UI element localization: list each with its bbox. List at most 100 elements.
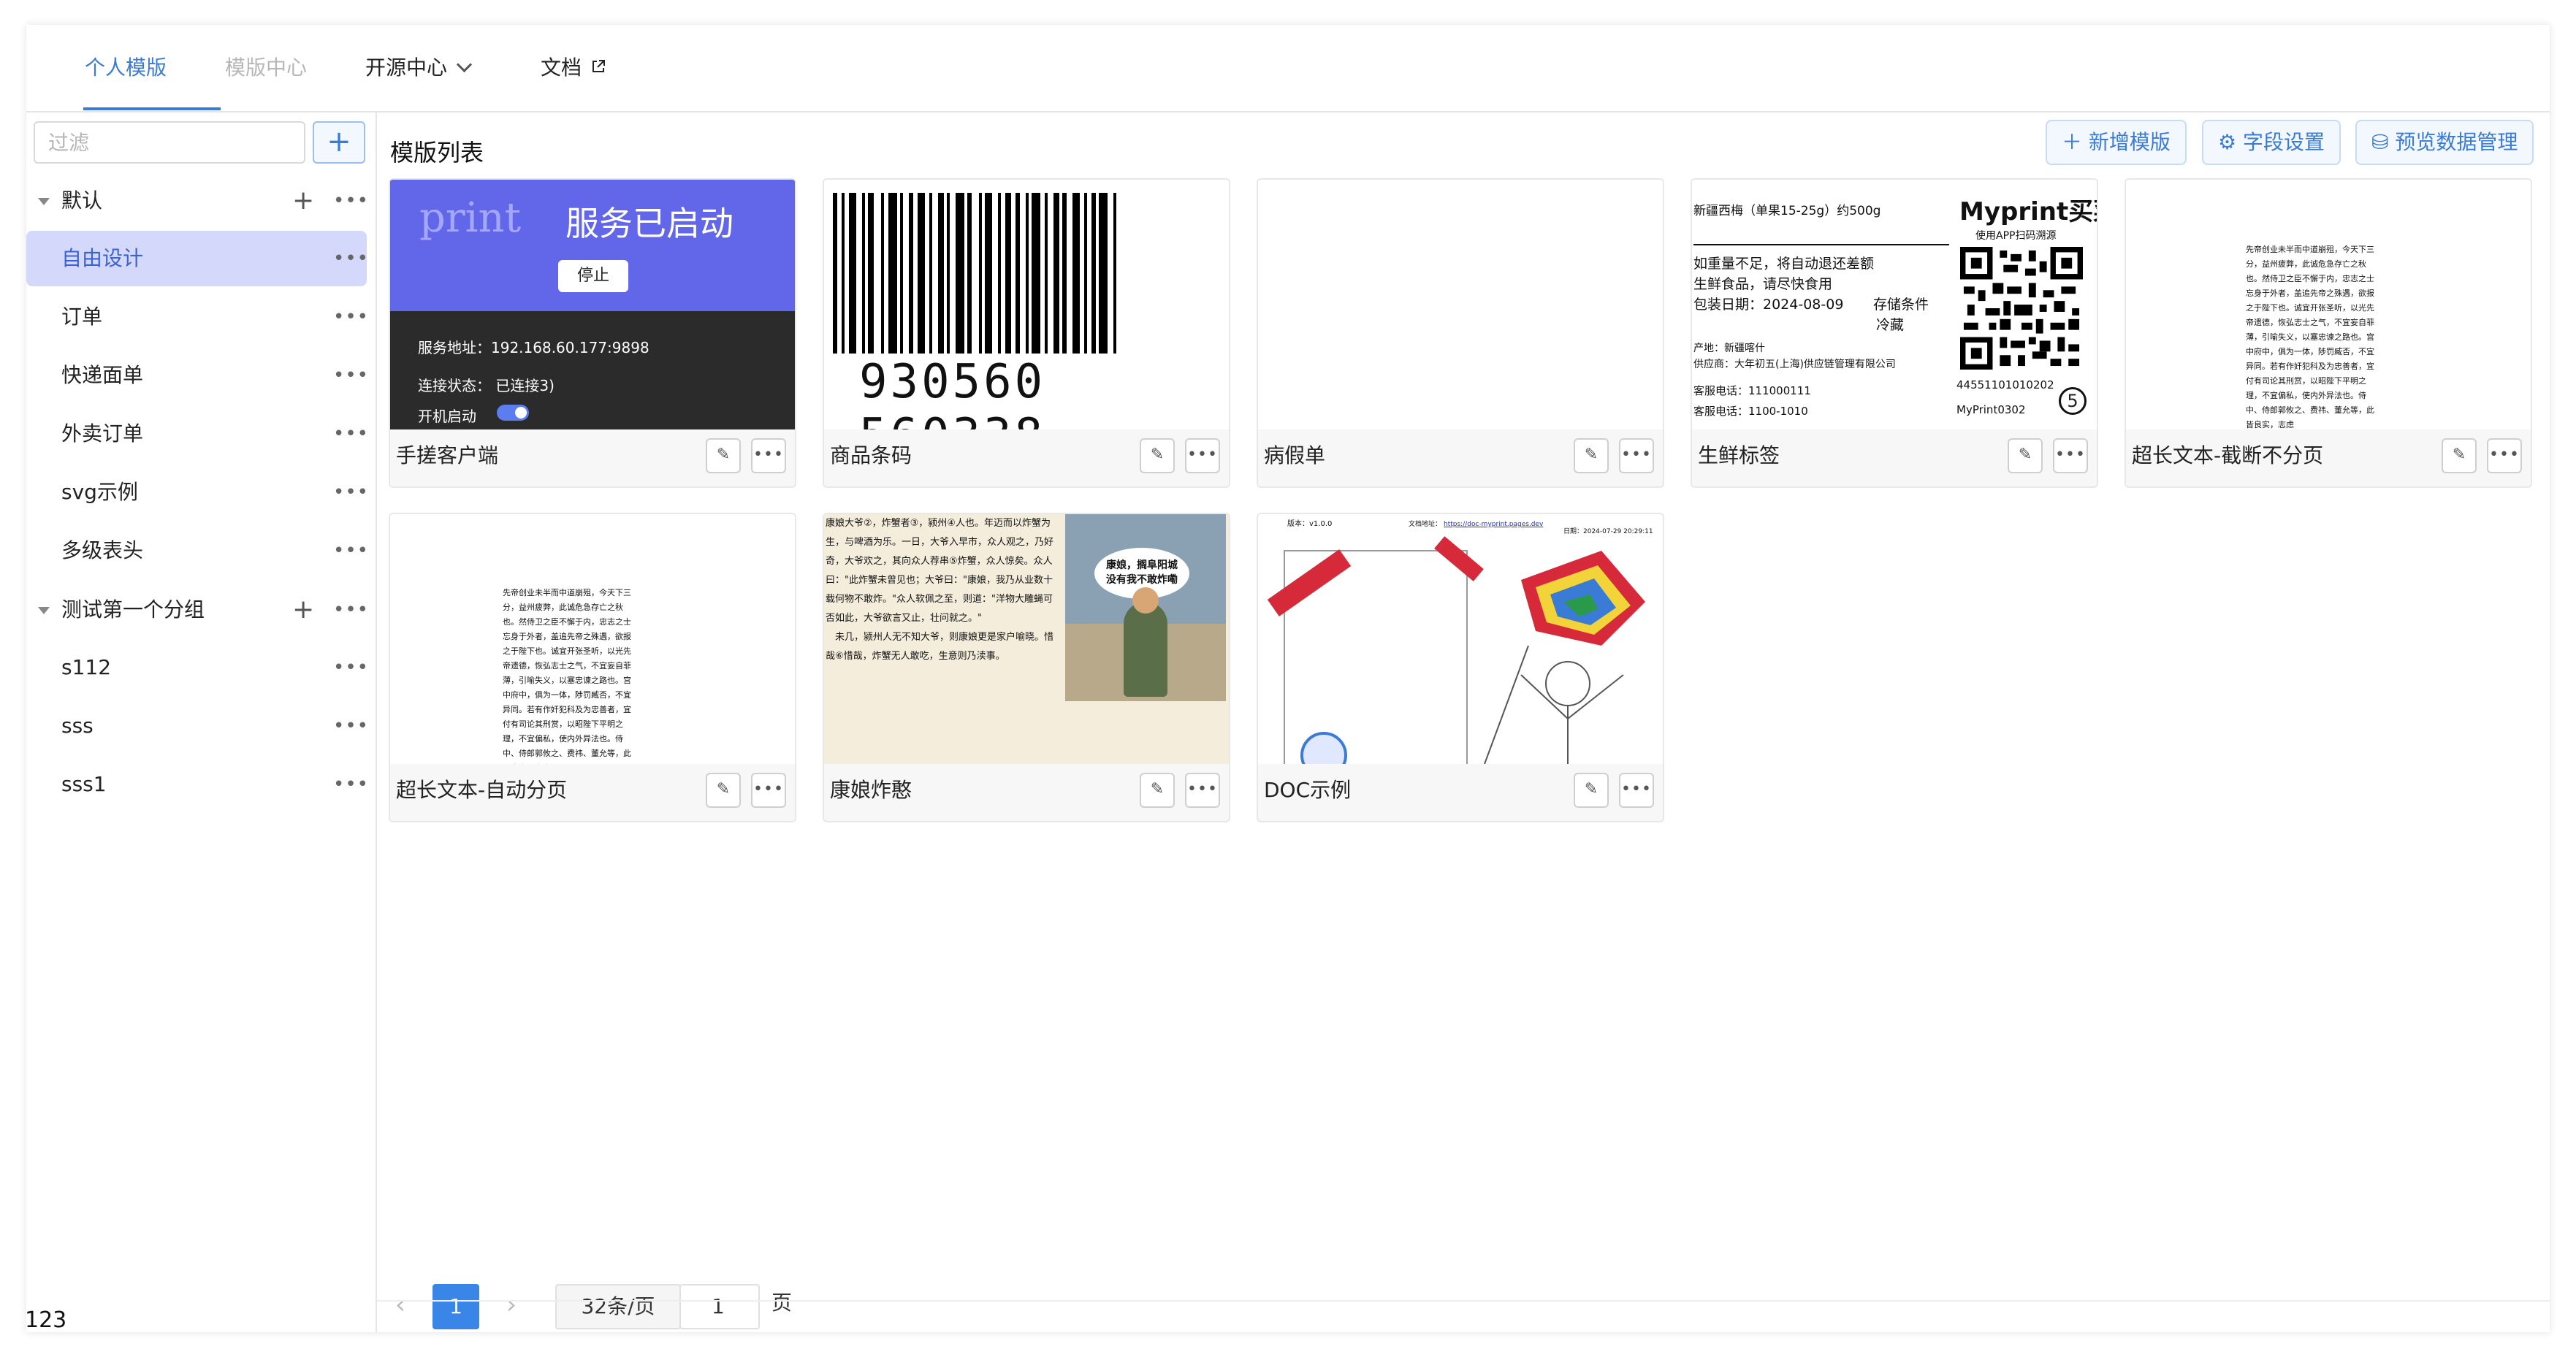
weight-note: 如重量不足，将自动退还差额 (1693, 256, 1875, 272)
template-card[interactable]: print 服务已启动 停止 服务地址：192.168.60.177:9898 … (389, 178, 796, 488)
more-icon[interactable]: ••• (333, 757, 369, 812)
group-label: 默认 (61, 188, 103, 213)
card-title: DOC示例 (1264, 778, 1352, 802)
current-page-button[interactable]: 1 (432, 1284, 479, 1329)
sidebar-item-multi-header[interactable]: 多级表头 ••• (26, 523, 369, 578)
edit-icon[interactable]: ✎ (1574, 773, 1609, 808)
edit-icon[interactable]: ✎ (2442, 438, 2477, 473)
sidebar-item-express[interactable]: 快递面单 ••• (26, 348, 369, 403)
card-thumbnail: 新疆西梅（单果15-25g）约500g Myprint买菜 使用APP扫码溯源 … (1692, 180, 2097, 429)
sidebar-item-free-design[interactable]: 自由设计 ••• (26, 231, 369, 286)
filter-input[interactable] (34, 121, 305, 164)
pagination: ‹ 1 › 32条/页 1 页 (377, 1284, 2550, 1332)
external-link-icon (592, 60, 605, 72)
brand-subtitle: 使用APP扫码溯源 (1975, 230, 2057, 242)
doc-url-label: 文档地址： (1409, 521, 1442, 528)
cartoon-illustration: 康娘，搁阜阳城没有我不敢炸嘞 (1065, 514, 1226, 701)
prev-page-button[interactable]: ‹ (386, 1284, 415, 1329)
more-icon[interactable]: ••• (333, 640, 369, 695)
more-icon[interactable]: ••• (751, 773, 786, 808)
more-icon[interactable]: ••• (1185, 773, 1220, 808)
more-icon[interactable]: ••• (333, 465, 369, 520)
doc-url: https://doc-myprint.pages.dev (1444, 521, 1544, 528)
edit-icon[interactable]: ✎ (1140, 438, 1175, 473)
more-icon[interactable]: ••• (1619, 773, 1654, 808)
sidebar-item-order[interactable]: 订单 ••• (26, 289, 369, 345)
more-icon[interactable]: ••• (333, 698, 369, 754)
connection-status: 连接状态： 已连接3) (418, 377, 555, 394)
more-icon[interactable]: ••• (333, 523, 369, 578)
service-address: 服务地址：192.168.60.177:9898 (418, 339, 649, 356)
card-thumbnail: 康娘大爷②，炸蟹者③，颍州④人也。年迈而以炸蟹为生，与啤酒为乐。一日，大爷入早市… (824, 514, 1229, 764)
service-tel-2: 客服电话：1100-1010 (1693, 405, 1808, 418)
more-icon[interactable]: ••• (333, 289, 369, 345)
more-icon[interactable]: ••• (2053, 438, 2088, 473)
boot-label: 开机启动 (418, 408, 476, 425)
template-card[interactable]: 病假单 ✎ ••• (1257, 178, 1664, 488)
plus-icon[interactable]: + (292, 583, 314, 637)
sidebar-item-svg[interactable]: svg示例 ••• (26, 465, 369, 520)
tab-template-center[interactable]: 模版中心 (225, 25, 307, 111)
template-card[interactable]: 版本：v1.0.0 文档地址： https://doc-myprint.page… (1257, 513, 1664, 822)
more-icon[interactable]: ••• (1185, 438, 1220, 473)
more-icon[interactable]: ••• (333, 406, 369, 462)
more-icon[interactable]: ••• (333, 583, 369, 637)
add-group-button[interactable]: + (313, 121, 365, 164)
long-text-preview: 先帝创业未半而中道崩殂，今天下三分，益州疲弊，此诚危急存亡之秋也。然侍卫之臣不懈… (503, 588, 631, 764)
card-thumbnail: 先帝创业未半而中道崩殂，今天下三分，益州疲弊，此诚危急存亡之秋也。然侍卫之臣不懈… (390, 514, 795, 764)
template-card[interactable]: 先帝创业未半而中道崩殂，今天下三分，益州疲弊，此诚危急存亡之秋也。然侍卫之臣不懈… (389, 513, 796, 822)
edit-icon[interactable]: ✎ (1140, 773, 1175, 808)
field-settings-button[interactable]: ⚙ 字段设置 (2202, 120, 2341, 165)
chevron-down-icon (456, 56, 473, 73)
sidebar-item-sss[interactable]: sss ••• (26, 698, 369, 754)
sidebar-item-sss1[interactable]: sss1 ••• (26, 757, 369, 812)
card-title: 病假单 (1264, 443, 1326, 467)
stop-button: 停止 (558, 260, 628, 292)
card-title: 手搓客户端 (396, 443, 499, 467)
sidebar-item-label: sss (61, 714, 94, 738)
top-nav: 个人模版 模版中心 开源中心 文档 (26, 25, 2550, 112)
next-page-button[interactable]: › (497, 1284, 526, 1329)
app-window: 个人模版 模版中心 开源中心 文档 + 默认 + ••• 自由设计 ••• 订单… (26, 25, 2550, 1332)
template-card[interactable]: 康娘大爷②，炸蟹者③，颍州④人也。年迈而以炸蟹为生，与啤酒为乐。一日，大爷入早市… (823, 513, 1230, 822)
card-thumbnail: print 服务已启动 停止 服务地址：192.168.60.177:9898 … (390, 180, 795, 429)
edit-icon[interactable]: ✎ (1574, 438, 1609, 473)
caret-down-icon[interactable] (38, 607, 50, 614)
barcode-graphic (833, 193, 1220, 354)
more-icon[interactable]: ••• (333, 231, 369, 286)
brand-name: Myprint买菜 (1959, 197, 2097, 226)
goto-page-input[interactable]: 1 (679, 1284, 760, 1329)
page-size-select[interactable]: 32条/页 (555, 1284, 681, 1329)
more-icon[interactable]: ••• (333, 348, 369, 403)
template-card[interactable]: 930560 560338 商品条码 ✎ ••• (823, 178, 1230, 488)
preview-data-button[interactable]: ⛁ 预览数据管理 (2355, 120, 2534, 165)
edit-icon[interactable]: ✎ (2008, 438, 2043, 473)
edit-icon[interactable]: ✎ (706, 438, 741, 473)
sidebar-item-label: 多级表头 (61, 538, 144, 562)
sidebar-item-label: 自由设计 (61, 246, 144, 270)
origin: 产地：新疆喀什 (1693, 343, 1765, 354)
group-default[interactable]: 默认 + ••• (26, 174, 376, 228)
more-icon[interactable]: ••• (751, 438, 786, 473)
group-label: 测试第一个分组 (61, 597, 205, 622)
caret-down-icon[interactable] (38, 198, 50, 205)
template-card[interactable]: 新疆西梅（单果15-25g）约500g Myprint买菜 使用APP扫码溯源 … (1691, 178, 2098, 488)
tab-personal-templates[interactable]: 个人模版 (85, 25, 167, 111)
group-test[interactable]: 测试第一个分组 + ••• (26, 583, 376, 637)
tab-open-source-center[interactable]: 开源中心 (365, 25, 473, 111)
plus-icon[interactable]: + (292, 174, 314, 228)
long-text-preview: 先帝创业未半而中道崩殂，今天下三分，益州疲弊，此诚危急存亡之秋也。然侍卫之臣不懈… (2246, 245, 2374, 429)
more-icon[interactable]: ••• (2487, 438, 2522, 473)
qr-code-icon (1959, 247, 2084, 370)
template-card[interactable]: 先帝创业未半而中道崩殂，今天下三分，益州疲弊，此诚危急存亡之秋也。然侍卫之臣不懈… (2125, 178, 2532, 488)
sidebar-item-s112[interactable]: s112 ••• (26, 640, 369, 695)
more-icon[interactable]: ••• (1619, 438, 1654, 473)
sidebar-item-takeout[interactable]: 外卖订单 ••• (26, 406, 369, 462)
more-icon[interactable]: ••• (333, 174, 369, 228)
tab-docs[interactable]: 文档 (541, 25, 606, 111)
edit-icon[interactable]: ✎ (706, 773, 741, 808)
divider (1693, 244, 1949, 245)
card-title: 超长文本-截断不分页 (2132, 443, 2324, 467)
storage-value: 冷藏 (1876, 317, 1905, 333)
add-template-button[interactable]: ＋ 新增模版 (2046, 120, 2187, 165)
